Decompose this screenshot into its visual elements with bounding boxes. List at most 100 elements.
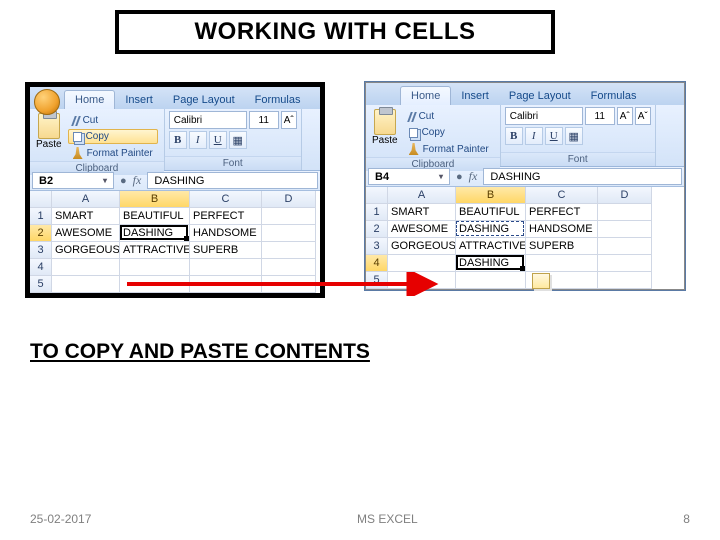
col-header-a[interactable]: A <box>388 187 456 204</box>
cell[interactable]: HANDSOME <box>190 225 262 242</box>
worksheet-grid[interactable]: A B C D 1SMARTBEAUTIFULPERFECT 2AWESOMED… <box>366 187 684 289</box>
cell[interactable]: PERFECT <box>190 208 262 225</box>
select-all-corner[interactable] <box>366 187 388 204</box>
cell[interactable] <box>52 259 120 276</box>
row-header[interactable]: 1 <box>30 208 52 225</box>
paste-options-icon[interactable] <box>532 273 550 289</box>
underline-button[interactable]: U <box>209 131 227 149</box>
row-header[interactable]: 2 <box>30 225 52 242</box>
formula-input[interactable]: DASHING <box>147 172 318 189</box>
cell[interactable] <box>598 238 652 255</box>
cell[interactable] <box>388 272 456 289</box>
cell[interactable]: DASHING <box>456 255 526 272</box>
tab-page-layout[interactable]: Page Layout <box>499 87 581 105</box>
cell[interactable] <box>262 208 316 225</box>
tab-insert[interactable]: Insert <box>115 91 163 109</box>
cell[interactable]: PERFECT <box>526 204 598 221</box>
tab-formulas[interactable]: Formulas <box>581 87 647 105</box>
col-header-c[interactable]: C <box>190 191 262 208</box>
row-header[interactable]: 1 <box>366 204 388 221</box>
tab-home[interactable]: Home <box>64 90 115 109</box>
row-header[interactable]: 4 <box>30 259 52 276</box>
row-header[interactable]: 2 <box>366 221 388 238</box>
row-header[interactable]: 5 <box>366 272 388 289</box>
row-header[interactable]: 4 <box>366 255 388 272</box>
border-button[interactable]: ▦ <box>565 127 583 145</box>
format-painter-button[interactable]: Format Painter <box>68 145 158 161</box>
cell[interactable]: HANDSOME <box>526 221 598 238</box>
cell[interactable] <box>262 259 316 276</box>
copy-button[interactable]: Copy <box>404 125 494 140</box>
col-header-d[interactable]: D <box>598 187 652 204</box>
cell[interactable]: SMART <box>388 204 456 221</box>
underline-button[interactable]: U <box>545 127 563 145</box>
col-header-a[interactable]: A <box>52 191 120 208</box>
cell[interactable]: SUPERB <box>526 238 598 255</box>
tab-home[interactable]: Home <box>400 86 451 105</box>
col-header-c[interactable]: C <box>526 187 598 204</box>
fx-icon[interactable]: fx <box>133 173 142 188</box>
font-name-select[interactable]: Calibri <box>505 107 583 125</box>
paste-button[interactable]: Paste <box>34 111 64 161</box>
italic-button[interactable]: I <box>525 127 543 145</box>
format-painter-button[interactable]: Format Painter <box>404 141 494 157</box>
cell[interactable] <box>598 221 652 238</box>
copy-button[interactable]: Copy <box>68 129 158 144</box>
worksheet-grid[interactable]: A B C D 1SMARTBEAUTIFULPERFECT 2AWESOMED… <box>30 191 320 293</box>
office-button[interactable] <box>34 89 60 115</box>
formula-input[interactable]: DASHING <box>483 168 682 185</box>
col-header-b[interactable]: B <box>456 187 526 204</box>
tab-page-layout[interactable]: Page Layout <box>163 91 245 109</box>
cell[interactable]: BEAUTIFUL <box>120 208 190 225</box>
cell[interactable] <box>52 276 120 293</box>
cell[interactable]: GORGEOUS <box>388 238 456 255</box>
row-header[interactable]: 3 <box>366 238 388 255</box>
cut-button[interactable]: Cut <box>404 109 494 124</box>
font-size-select[interactable]: 11 <box>585 107 615 125</box>
paste-button[interactable]: Paste <box>370 107 400 157</box>
cell[interactable]: DASHING <box>120 225 190 242</box>
cell[interactable] <box>262 276 316 293</box>
col-header-b[interactable]: B <box>120 191 190 208</box>
cell[interactable] <box>526 255 598 272</box>
select-all-corner[interactable] <box>30 191 52 208</box>
cell[interactable]: SUPERB <box>190 242 262 259</box>
fx-icon[interactable]: fx <box>469 169 478 184</box>
cell[interactable] <box>190 276 262 293</box>
cell[interactable]: BEAUTIFUL <box>456 204 526 221</box>
name-box[interactable]: B4 <box>368 168 450 185</box>
border-button[interactable]: ▦ <box>229 131 247 149</box>
cell[interactable] <box>262 242 316 259</box>
cell[interactable] <box>262 225 316 242</box>
cell[interactable] <box>598 255 652 272</box>
shrink-font-button[interactable]: Aˇ <box>635 107 651 125</box>
grow-font-button[interactable]: Aˆ <box>281 111 297 129</box>
font-name-select[interactable]: Calibri <box>169 111 247 129</box>
cell[interactable]: SMART <box>52 208 120 225</box>
col-header-d[interactable]: D <box>262 191 316 208</box>
cell[interactable]: AWESOME <box>388 221 456 238</box>
cell[interactable] <box>120 259 190 276</box>
bold-button[interactable]: B <box>505 127 523 145</box>
cell[interactable] <box>456 272 526 289</box>
cell[interactable]: ATTRACTIVE <box>120 242 190 259</box>
row-header[interactable]: 3 <box>30 242 52 259</box>
font-size-select[interactable]: 11 <box>249 111 279 129</box>
row-header[interactable]: 5 <box>30 276 52 293</box>
cell[interactable]: AWESOME <box>52 225 120 242</box>
tab-formulas[interactable]: Formulas <box>245 91 311 109</box>
italic-button[interactable]: I <box>189 131 207 149</box>
name-box[interactable]: B2 <box>32 172 114 189</box>
cell[interactable]: DASHING <box>456 221 526 238</box>
cell[interactable] <box>190 259 262 276</box>
cell[interactable] <box>598 272 652 289</box>
cut-button[interactable]: Cut <box>68 113 158 128</box>
cell[interactable] <box>388 255 456 272</box>
cell[interactable] <box>598 204 652 221</box>
tab-insert[interactable]: Insert <box>451 87 499 105</box>
grow-font-button[interactable]: Aˆ <box>617 107 633 125</box>
cell[interactable]: ATTRACTIVE <box>456 238 526 255</box>
cell[interactable]: GORGEOUS <box>52 242 120 259</box>
cell[interactable] <box>120 276 190 293</box>
bold-button[interactable]: B <box>169 131 187 149</box>
